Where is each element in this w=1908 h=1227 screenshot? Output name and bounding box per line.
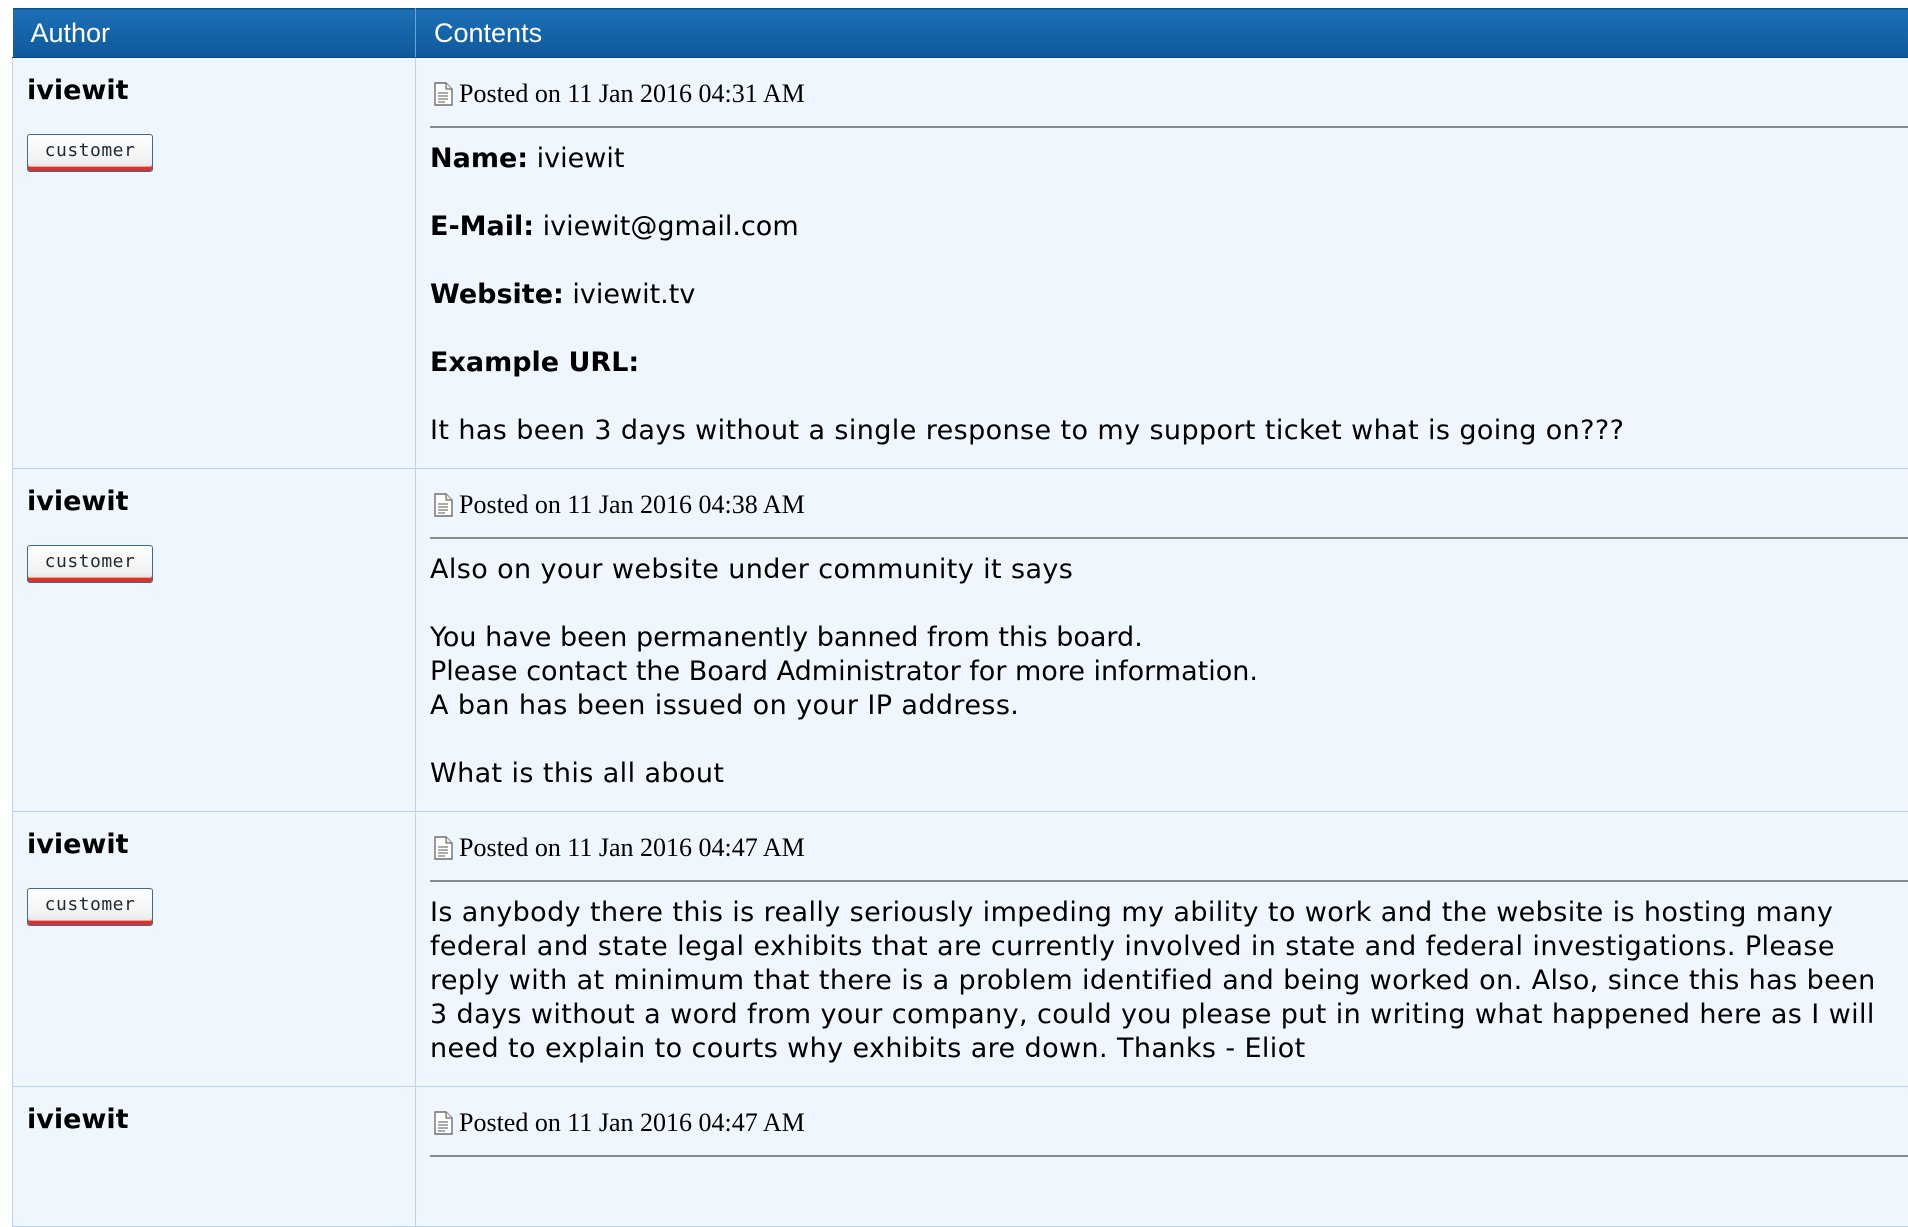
post-date: Posted on 11 Jan 2016 04:47 AM bbox=[459, 833, 805, 863]
post-message-line: Also on your website under community it … bbox=[430, 553, 1890, 587]
author-name: iviewit bbox=[27, 76, 415, 106]
post-author-cell: iviewit customer bbox=[13, 58, 416, 469]
post-author-cell: iviewit customer bbox=[13, 812, 416, 1087]
post-message: Is anybody there this is really seriousl… bbox=[430, 896, 1890, 1066]
email-field: E-Mail: iviewit@gmail.com bbox=[430, 210, 1890, 244]
post-body: Is anybody there this is really seriousl… bbox=[430, 882, 1908, 1086]
website-field: Website: iviewit.tv bbox=[430, 278, 1890, 312]
post-message-line: Please contact the Board Administrator f… bbox=[430, 655, 1890, 689]
example-url-label: Example URL: bbox=[430, 347, 639, 378]
email-label: E-Mail: bbox=[430, 211, 534, 242]
document-icon bbox=[434, 493, 453, 517]
name-value: iviewit bbox=[528, 143, 624, 174]
post-header: Posted on 11 Jan 2016 04:47 AM bbox=[430, 1087, 1908, 1157]
post-message: It has been 3 days without a single resp… bbox=[430, 414, 1890, 448]
post-date: Posted on 11 Jan 2016 04:38 AM bbox=[459, 490, 805, 520]
name-field: Name: iviewit bbox=[430, 142, 1890, 176]
post-message-line: You have been permanently banned from th… bbox=[430, 621, 1890, 655]
customer-role-badge: customer bbox=[27, 545, 153, 583]
post-header: Posted on 11 Jan 2016 04:38 AM bbox=[430, 469, 1908, 539]
post-row: iviewit customer Posted on 11 Jan 2016 0… bbox=[13, 58, 1908, 469]
post-header: Posted on 11 Jan 2016 04:31 AM bbox=[430, 58, 1908, 128]
post-date: Posted on 11 Jan 2016 04:47 AM bbox=[459, 1108, 805, 1138]
author-name: iviewit bbox=[27, 830, 415, 860]
document-icon bbox=[434, 1111, 453, 1135]
email-value: iviewit@gmail.com bbox=[534, 211, 799, 242]
customer-role-badge: customer bbox=[27, 888, 153, 926]
post-content-cell: Posted on 11 Jan 2016 04:38 AM Also on y… bbox=[416, 469, 1908, 812]
column-header-contents[interactable]: Contents bbox=[416, 9, 1908, 58]
document-icon bbox=[434, 836, 453, 860]
post-content-cell: Posted on 11 Jan 2016 04:47 AM Is anybod… bbox=[416, 812, 1908, 1087]
example-url-field: Example URL: bbox=[430, 346, 1890, 380]
website-value: iviewit.tv bbox=[564, 279, 696, 310]
column-header-author[interactable]: Author bbox=[13, 9, 416, 58]
post-header: Posted on 11 Jan 2016 04:47 AM bbox=[430, 812, 1908, 882]
customer-role-badge: customer bbox=[27, 134, 153, 172]
post-message-line: What is this all about bbox=[430, 757, 1890, 791]
author-name: iviewit bbox=[27, 1105, 415, 1135]
post-date: Posted on 11 Jan 2016 04:31 AM bbox=[459, 79, 805, 109]
post-author-cell: iviewit customer bbox=[13, 469, 416, 812]
post-content-cell: Posted on 11 Jan 2016 04:31 AM Name: ivi… bbox=[416, 58, 1908, 469]
post-body: Also on your website under community it … bbox=[430, 539, 1908, 811]
name-label: Name: bbox=[430, 143, 528, 174]
post-message-line: A ban has been issued on your IP address… bbox=[430, 689, 1890, 723]
post-row: iviewit customer Posted on 11 Jan 2016 0… bbox=[13, 812, 1908, 1087]
author-name: iviewit bbox=[27, 487, 415, 517]
post-author-cell: iviewit bbox=[13, 1087, 416, 1227]
post-content-cell: Posted on 11 Jan 2016 04:47 AM bbox=[416, 1087, 1908, 1227]
table-header-row: Author Contents bbox=[13, 9, 1908, 58]
website-label: Website: bbox=[430, 279, 564, 310]
post-row: iviewit Posted on 11 Jan 2016 04:47 AM bbox=[13, 1087, 1908, 1227]
document-icon bbox=[434, 82, 453, 106]
ticket-posts-table: Author Contents iviewit customer Posted … bbox=[12, 8, 1908, 1227]
post-row: iviewit customer Posted on 11 Jan 2016 0… bbox=[13, 469, 1908, 812]
post-body: Name: iviewit E-Mail: iviewit@gmail.com … bbox=[430, 128, 1908, 468]
